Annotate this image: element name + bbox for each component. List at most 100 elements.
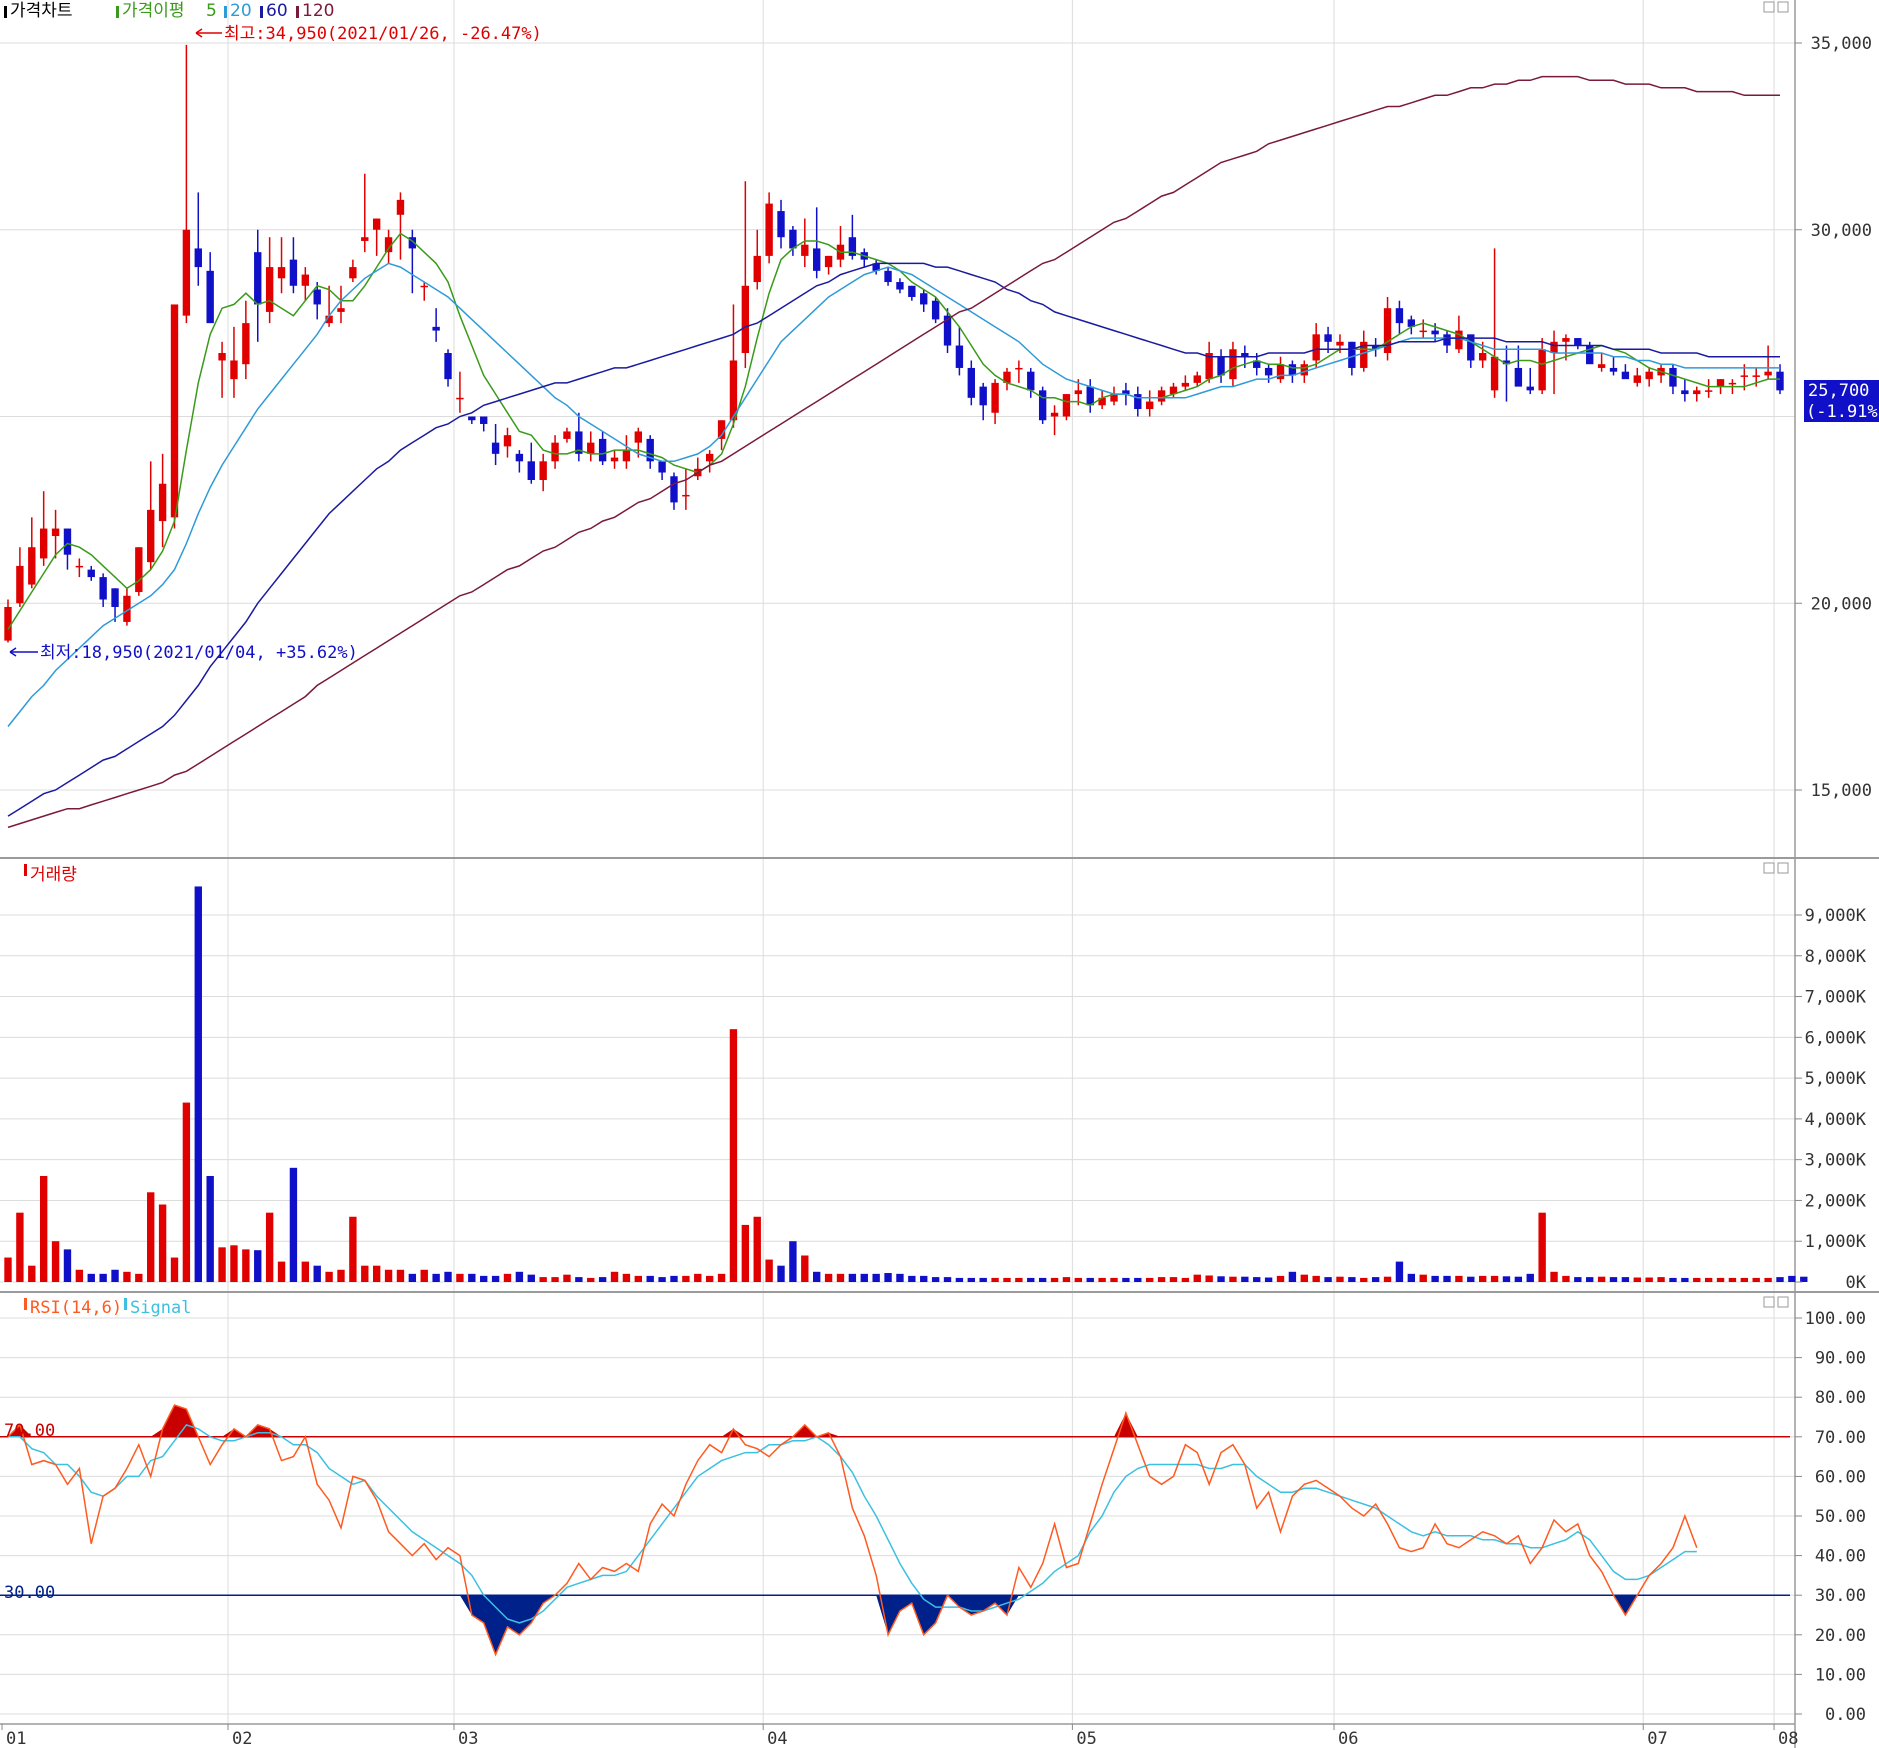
- volume-bar: [182, 1102, 191, 1282]
- candle-body: [1716, 379, 1725, 387]
- candle-body: [1027, 371, 1035, 391]
- volume-bar: [563, 1274, 571, 1282]
- volume-bar: [480, 1275, 488, 1282]
- candle-body: [1669, 367, 1677, 387]
- volume-bar: [1776, 1277, 1784, 1282]
- volume-bar: [1597, 1276, 1606, 1282]
- volume-bar: [242, 1249, 250, 1282]
- candle-body: [254, 252, 262, 305]
- candle-body: [1693, 390, 1701, 395]
- candle-body: [361, 237, 369, 241]
- candle-body: [1015, 367, 1023, 370]
- candle-body: [931, 300, 940, 320]
- candle-body: [51, 528, 60, 537]
- candle-body: [1074, 390, 1083, 395]
- candle-body: [539, 461, 547, 480]
- candle-body: [1681, 390, 1689, 395]
- volume-bar: [587, 1277, 595, 1282]
- volume-bar: [1157, 1277, 1166, 1282]
- candle-body: [1478, 353, 1487, 361]
- legend-ma5: 5: [206, 1, 217, 21]
- volume-bar: [1586, 1277, 1594, 1282]
- candle-body: [206, 270, 214, 324]
- volume-bar: [646, 1275, 654, 1282]
- candle-body: [420, 285, 428, 288]
- candle-body: [682, 494, 690, 497]
- candle-body: [456, 397, 464, 400]
- y-tick-label: 30,000: [1811, 221, 1872, 241]
- candle-body: [1181, 382, 1190, 387]
- volume-bar: [444, 1271, 452, 1282]
- volume-bar: [1181, 1277, 1190, 1282]
- minimize-icon[interactable]: [1763, 1, 1775, 13]
- volume-bar: [1621, 1277, 1630, 1282]
- volume-bar: [527, 1274, 535, 1282]
- y-tick-label: 70.00: [1815, 1428, 1866, 1448]
- volume-bar: [1609, 1277, 1618, 1282]
- volume-bar: [1015, 1277, 1023, 1282]
- volume-bar: [943, 1277, 952, 1282]
- volume-bar: [432, 1273, 440, 1282]
- candle-body: [147, 509, 155, 563]
- volume-bar: [123, 1271, 131, 1282]
- candle-body: [610, 457, 619, 462]
- x-tick-label: 07: [1647, 1729, 1667, 1748]
- minimize-icon[interactable]: [1763, 1296, 1775, 1308]
- candle-body: [289, 259, 298, 286]
- price-panel: [0, 0, 1879, 858]
- volume-bar: [349, 1216, 357, 1282]
- candle-body: [1050, 412, 1059, 417]
- y-tick-label: 4,000K: [1805, 1110, 1867, 1130]
- volume-bar: [1681, 1277, 1689, 1282]
- close-icon[interactable]: [1777, 862, 1789, 874]
- volume-bar: [872, 1273, 880, 1282]
- volume-bar: [147, 1192, 155, 1282]
- candle-body: [765, 203, 773, 256]
- candle-body: [230, 360, 238, 380]
- candle-body: [1633, 375, 1641, 383]
- volume-bar: [277, 1261, 286, 1282]
- candle-body: [1740, 375, 1749, 377]
- volume-bar: [1217, 1276, 1225, 1282]
- candle-body: [1728, 382, 1737, 385]
- legend-ma120: 120: [302, 1, 334, 21]
- volume-bar: [789, 1241, 797, 1282]
- volume-bar: [1371, 1277, 1380, 1282]
- candle-body: [218, 353, 226, 361]
- price-legend: 가격차트 가격이평 5 20 60 120: [4, 1, 334, 21]
- volume-bar: [741, 1224, 750, 1282]
- candle-body: [1146, 401, 1154, 410]
- legend-ma60: 60: [266, 1, 288, 21]
- volume-bar: [408, 1273, 417, 1282]
- last-price-tag: 25,700 (-1.91%): [1804, 380, 1879, 422]
- y-tick-label: 0K: [1846, 1273, 1867, 1293]
- volume-bar: [135, 1273, 143, 1282]
- minimize-icon[interactable]: [1763, 862, 1775, 874]
- candle-body: [1312, 334, 1320, 361]
- volume-bar: [1276, 1275, 1285, 1282]
- x-tick-label: 01: [6, 1729, 26, 1748]
- candle-body: [194, 248, 202, 268]
- volume-bar: [491, 1275, 500, 1282]
- volume-bar: [4, 1257, 12, 1282]
- volume-bar: [955, 1277, 964, 1282]
- volume-bar: [75, 1269, 84, 1282]
- close-icon[interactable]: [1777, 1296, 1789, 1308]
- candle-body: [777, 211, 785, 238]
- volume-bar: [361, 1265, 369, 1282]
- candle-body: [1562, 338, 1570, 342]
- candle-body: [896, 282, 904, 290]
- legend-price-chart: 가격차트: [10, 1, 73, 21]
- volume-bar: [1669, 1277, 1677, 1282]
- close-icon[interactable]: [1777, 1, 1789, 13]
- volume-bar: [1526, 1273, 1534, 1282]
- volume-bar: [396, 1269, 405, 1282]
- volume-bar: [87, 1273, 95, 1282]
- volume-bar: [598, 1277, 607, 1282]
- volume-bar: [729, 1029, 738, 1282]
- candle-body: [1086, 386, 1094, 406]
- volume-bar: [1550, 1271, 1558, 1282]
- volume-bar: [158, 1204, 167, 1282]
- volume-bar: [28, 1265, 36, 1282]
- y-tick-label: 5,000K: [1805, 1069, 1867, 1089]
